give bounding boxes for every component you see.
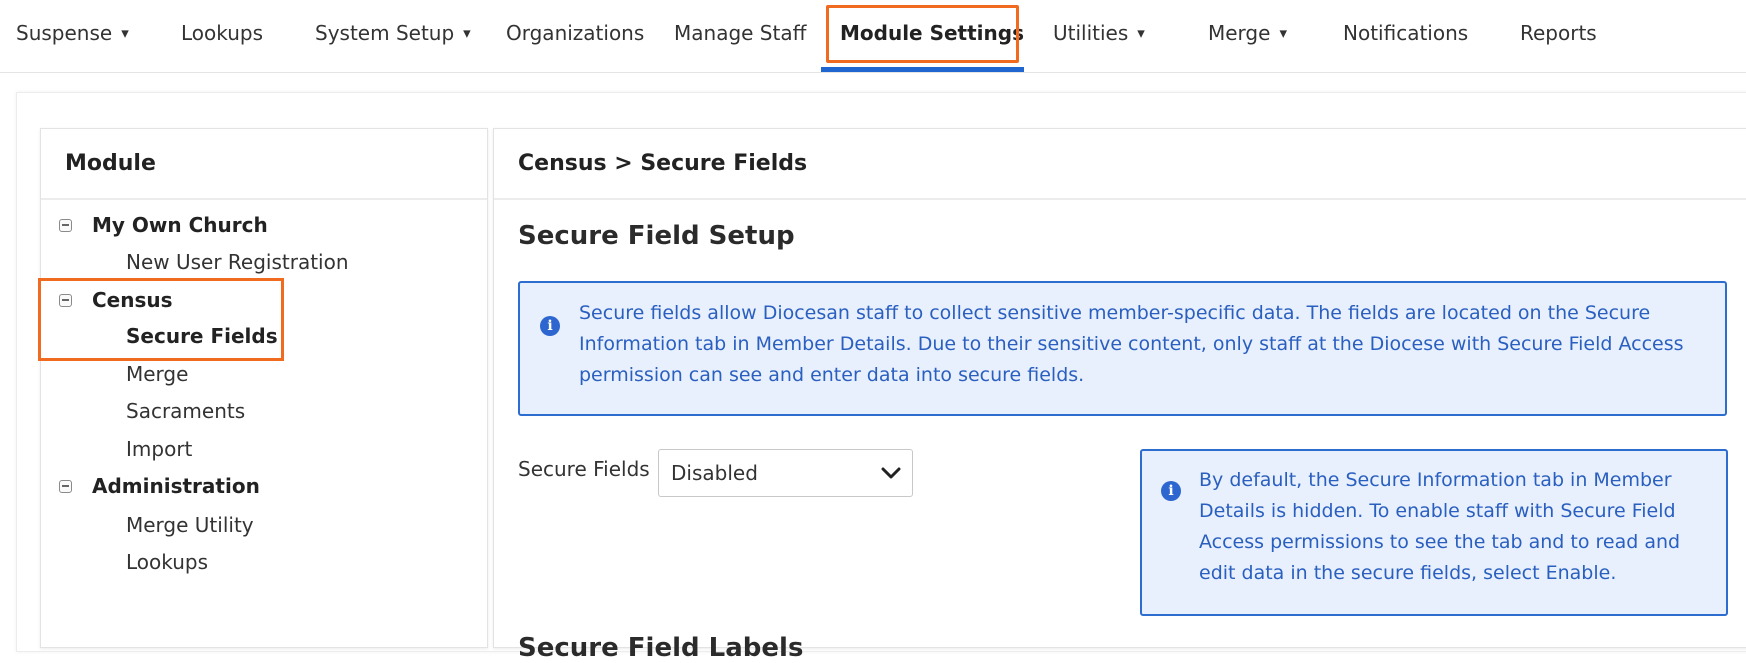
nav-label: Lookups	[181, 21, 264, 45]
nav-organizations[interactable]: Organizations	[506, 0, 644, 66]
info-callout-side: i By default, the Secure Information tab…	[1140, 449, 1728, 616]
tree-item-lookups[interactable]: Lookups	[126, 550, 208, 574]
info-callout-text: By default, the Secure Information tab i…	[1199, 469, 1681, 584]
tree-item-new-user-registration[interactable]: New User Registration	[126, 250, 349, 274]
nav-label: Suspense	[16, 21, 113, 45]
nav-notifications[interactable]: Notifications	[1343, 0, 1468, 66]
minus-square-icon[interactable]	[59, 218, 72, 232]
nav-label: Notifications	[1343, 21, 1469, 45]
select-value: Disabled	[671, 461, 758, 485]
tree-group-label: Administration	[92, 474, 260, 498]
tree-item-sacraments[interactable]: Sacraments	[126, 399, 245, 423]
nav-manage-staff[interactable]: Manage Staff	[674, 0, 806, 66]
caret-down-icon: ▾	[121, 24, 129, 42]
info-circle-icon: i	[1161, 481, 1181, 501]
nav-label: Manage Staff	[674, 21, 807, 45]
census-selection-highlight	[38, 278, 284, 361]
module-panel: Module My Own Church New User Registrati…	[40, 128, 488, 648]
module-panel-title: Module	[41, 129, 487, 200]
info-circle-icon: i	[540, 316, 560, 336]
nav-lookups[interactable]: Lookups	[181, 0, 263, 66]
nav-label: System Setup	[315, 21, 455, 45]
nav-suspense[interactable]: Suspense ▾	[16, 0, 129, 66]
top-navigation: Suspense ▾ Lookups System Setup ▾ Organi…	[0, 0, 1746, 73]
nav-label: Utilities	[1053, 21, 1129, 45]
chevron-down-icon	[881, 467, 901, 479]
info-callout-text: Secure fields allow Diocesan staff to co…	[579, 302, 1684, 386]
secure-fields-label: Secure Fields	[518, 457, 650, 481]
tree-group-label: My Own Church	[92, 213, 268, 237]
nav-label: Merge	[1208, 21, 1271, 45]
nav-reports[interactable]: Reports	[1520, 0, 1597, 66]
breadcrumb: Census > Secure Fields	[494, 129, 1746, 200]
nav-utilities[interactable]: Utilities ▾	[1053, 0, 1145, 66]
page-title: Secure Field Setup	[518, 221, 795, 251]
secure-field-labels-heading: Secure Field Labels	[518, 633, 804, 663]
caret-down-icon: ▾	[1279, 24, 1287, 42]
caret-down-icon: ▾	[1137, 24, 1145, 42]
nav-label: Reports	[1520, 21, 1597, 45]
active-tab-highlight	[826, 5, 1019, 63]
content-panel: Census > Secure Fields Secure Field Setu…	[493, 128, 1746, 663]
active-tab-underline	[821, 67, 1024, 72]
caret-down-icon: ▾	[463, 24, 471, 42]
nav-label: Organizations	[506, 21, 645, 45]
nav-merge[interactable]: Merge ▾	[1208, 0, 1287, 66]
tree-item-merge[interactable]: Merge	[126, 362, 188, 386]
tree-item-import[interactable]: Import	[126, 437, 192, 461]
tree-item-merge-utility[interactable]: Merge Utility	[126, 513, 254, 537]
info-callout-main: i Secure fields allow Diocesan staff to …	[518, 281, 1727, 416]
secure-fields-select[interactable]: Disabled	[658, 449, 913, 497]
nav-system-setup[interactable]: System Setup ▾	[315, 0, 471, 66]
minus-square-icon[interactable]	[59, 479, 72, 493]
